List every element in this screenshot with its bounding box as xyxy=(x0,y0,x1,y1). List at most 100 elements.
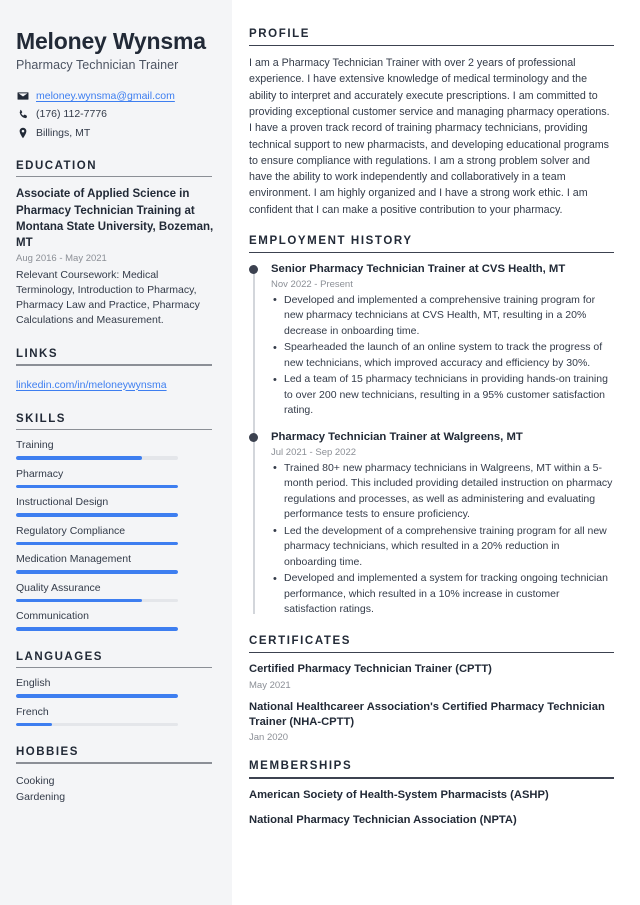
resume-page: Meloney Wynsma Pharmacy Technician Train… xyxy=(0,0,640,905)
certificate-date: Jan 2020 xyxy=(249,732,289,744)
certificate-item: National Healthcareer Association's Cert… xyxy=(249,700,614,744)
language-level-fill xyxy=(16,694,178,698)
memberships-heading: MEMBERSHIPS xyxy=(249,760,353,773)
skill-label: Medication Management xyxy=(16,553,131,566)
skill-item: Regulatory Compliance xyxy=(16,525,214,546)
skill-label: Pharmacy xyxy=(16,467,64,480)
sidebar: Meloney Wynsma Pharmacy Technician Train… xyxy=(0,0,232,905)
timeline-dot-icon xyxy=(249,432,258,442)
skill-item: Communication xyxy=(16,610,214,631)
links-rule xyxy=(16,364,212,366)
certificate-date: May 2021 xyxy=(249,679,291,691)
skill-level-fill xyxy=(16,598,143,603)
contact-phone: (176) 112-7776 xyxy=(16,108,214,121)
section-education: EDUCATION Associate of Applied Science i… xyxy=(16,160,214,328)
section-skills: SKILLS Training Pharmacy Instructional Des… xyxy=(16,413,214,631)
skill-label: Communication xyxy=(16,610,89,623)
envelope-icon xyxy=(16,90,29,103)
certificate-item: Certified Pharmacy Technician Trainer (C… xyxy=(249,662,614,690)
languages-rule xyxy=(16,666,212,669)
employment-bullet-list: Developed and implemented a comprehensiv… xyxy=(271,292,614,419)
membership-item: National Pharmacy Technician Association… xyxy=(249,814,517,827)
skill-label: Regulatory Compliance xyxy=(16,524,126,537)
section-employment: EMPLOYMENT HISTORY Senior Pharmacy Techn… xyxy=(249,235,614,618)
employment-title: Senior Pharmacy Technician Trainer at CV… xyxy=(271,263,566,276)
section-hobbies: HOBBIES Cooking Gardening xyxy=(16,746,214,806)
skill-label: Training xyxy=(16,439,54,452)
education-description: Relevant Coursework: Medical Terminology… xyxy=(16,269,200,327)
skill-item: Medication Management xyxy=(16,553,214,574)
skill-level-fill xyxy=(16,570,178,574)
skill-label: Quality Assurance xyxy=(16,581,101,594)
skill-level-fill xyxy=(16,541,178,546)
section-languages: LANGUAGES English French xyxy=(16,651,214,727)
membership-item: American Society of Health-System Pharma… xyxy=(249,788,549,801)
hobby-item: Gardening xyxy=(16,791,66,804)
hobbies-rule xyxy=(16,762,212,764)
education-date: Aug 2016 - May 2021 xyxy=(16,253,107,265)
employment-rule xyxy=(249,251,614,254)
employment-entry: Pharmacy Technician Trainer at Walgreens… xyxy=(249,430,614,618)
certificates-rule xyxy=(249,651,614,654)
main-content: PROFILE I am a Pharmacy Technician Train… xyxy=(232,0,640,905)
skills-rule xyxy=(16,428,212,431)
skill-level-fill xyxy=(16,456,143,460)
employment-bullet: Developed and implemented a system for t… xyxy=(271,571,614,618)
skill-level-track xyxy=(16,456,178,460)
profile-rule xyxy=(249,45,614,47)
language-label: French xyxy=(16,705,49,718)
section-profile: PROFILE I am a Pharmacy Technician Train… xyxy=(249,28,614,218)
profile-heading: PROFILE xyxy=(249,28,311,40)
skill-item: Pharmacy xyxy=(16,468,214,489)
skill-level-track xyxy=(16,627,178,631)
language-level-track xyxy=(16,722,178,727)
skill-level-track xyxy=(16,541,178,546)
certificates-list: Certified Pharmacy Technician Trainer (C… xyxy=(249,662,614,743)
employment-entry: Senior Pharmacy Technician Trainer at CV… xyxy=(249,262,614,419)
languages-list: English French xyxy=(16,677,214,727)
employment-title: Pharmacy Technician Trainer at Walgreens… xyxy=(271,430,523,443)
memberships-list: American Society of Health-System Pharma… xyxy=(249,788,614,829)
certificates-heading: CERTIFICATES xyxy=(249,634,352,647)
hobbies-heading: HOBBIES xyxy=(16,746,79,759)
contact-location-text: Billings, MT xyxy=(36,126,91,139)
skill-item: Instructional Design xyxy=(16,496,214,517)
profile-text: I am a Pharmacy Technician Trainer with … xyxy=(249,57,610,216)
employment-heading: EMPLOYMENT HISTORY xyxy=(249,234,413,247)
contact-email[interactable]: meloney.wynsma@gmail.com xyxy=(16,90,214,103)
skill-level-track xyxy=(16,598,178,603)
skill-level-fill xyxy=(16,484,178,489)
skill-level-track xyxy=(16,570,178,574)
employment-bullet: Led the development of a comprehensive t… xyxy=(271,523,614,571)
contact-email-text[interactable]: meloney.wynsma@gmail.com xyxy=(36,90,175,103)
education-rule xyxy=(16,175,212,178)
education-degree: Associate of Applied Science in Pharmacy… xyxy=(16,188,214,250)
employment-bullet: Led a team of 15 pharmacy technicians in… xyxy=(271,372,614,419)
employment-bullet: Trained 80+ new pharmacy technicians in … xyxy=(271,460,614,523)
candidate-job-title: Pharmacy Technician Trainer xyxy=(16,57,179,72)
language-level-track xyxy=(16,694,178,698)
section-links: LINKS linkedin.com/in/meloneywynsma xyxy=(16,348,214,393)
candidate-name: Meloney Wynsma xyxy=(16,28,206,54)
employment-bullet-list: Trained 80+ new pharmacy technicians in … xyxy=(271,460,614,618)
contact-phone-text: (176) 112-7776 xyxy=(36,108,108,121)
employment-date: Nov 2022 - Present xyxy=(271,278,353,290)
skill-label: Instructional Design xyxy=(16,496,109,509)
skills-list: Training Pharmacy Instructional Design Regu… xyxy=(16,439,214,631)
links-heading: LINKS xyxy=(16,348,58,361)
contact-list: meloney.wynsma@gmail.com (176) 112-7776 … xyxy=(16,90,214,140)
skills-heading: SKILLS xyxy=(16,412,66,425)
phone-icon xyxy=(16,108,29,121)
languages-heading: LANGUAGES xyxy=(16,650,103,663)
skill-level-track xyxy=(16,484,178,489)
certificate-title: Certified Pharmacy Technician Trainer (C… xyxy=(249,663,492,676)
language-item: English xyxy=(16,677,214,698)
skill-item: Training xyxy=(16,439,214,460)
section-certificates: CERTIFICATES Certified Pharmacy Technici… xyxy=(249,634,614,743)
language-label: English xyxy=(16,677,51,690)
location-pin-icon xyxy=(16,127,29,140)
link-linkedin[interactable]: linkedin.com/in/meloneywynsma xyxy=(16,379,167,391)
section-memberships: MEMBERSHIPS American Society of Health-S… xyxy=(249,760,614,828)
employment-timeline: Senior Pharmacy Technician Trainer at CV… xyxy=(249,262,614,618)
employment-date: Jul 2021 - Sep 2022 xyxy=(271,446,357,458)
